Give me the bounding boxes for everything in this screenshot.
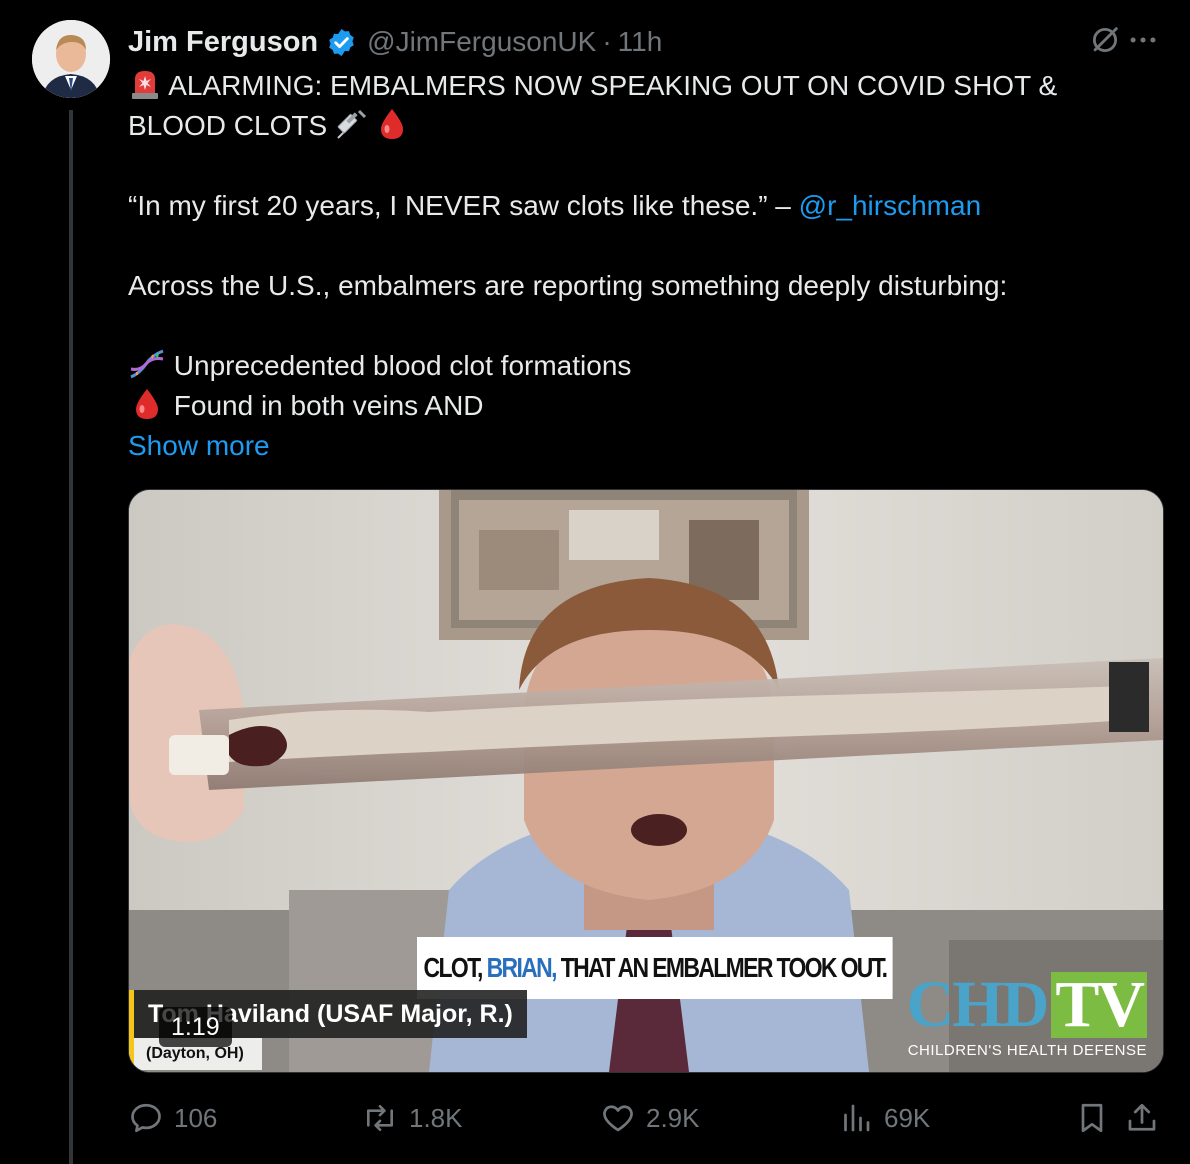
reply-count: 106 [174, 1102, 218, 1133]
chd-tv-logo: CHD TV CHILDREN'S HEALTH DEFENSE [897, 972, 1147, 1059]
heart-icon [603, 1105, 633, 1132]
share-icon [1128, 1103, 1156, 1131]
views-count: 69K [884, 1102, 931, 1133]
tweet-body: ALARMING: EMBALMERS NOW SPEAKING OUT ON … [128, 66, 1138, 466]
verified-badge-icon [326, 27, 357, 58]
reply-icon [131, 1103, 161, 1133]
caption-part-1: CLOT, [423, 952, 484, 983]
quote-line: “In my first 20 years, I NEVER saw clots… [128, 186, 1138, 226]
headline-line-1: ALARMING: EMBALMERS NOW SPEAKING OUT ON … [128, 66, 1138, 106]
views-button[interactable]: 69K [838, 1096, 930, 1140]
share-button[interactable] [1124, 1096, 1160, 1140]
separator-dot: · [602, 26, 612, 57]
reply-button[interactable]: 106 [128, 1096, 217, 1140]
caption-part-2: BRIAN, [486, 952, 558, 983]
grok-icon[interactable] [1088, 23, 1122, 62]
logo-tv-text: TV [1051, 972, 1147, 1038]
tweet-time[interactable]: 11h [618, 26, 663, 58]
drop-of-blood-icon [377, 107, 407, 152]
avatar[interactable] [32, 20, 110, 98]
repost-button[interactable]: 1.8K [361, 1096, 463, 1140]
views-icon [844, 1104, 870, 1132]
logo-sub-text: CHILDREN'S HEALTH DEFENSE [907, 1042, 1147, 1059]
quote-text: “In my first 20 years, I NEVER saw clots… [128, 190, 791, 221]
more-options-icon[interactable] [1126, 23, 1160, 62]
caption-part-3: THAT AN EMBALMER TOOK OUT. [560, 952, 888, 983]
like-button[interactable]: 2.9K [600, 1096, 700, 1140]
thread-line [69, 110, 73, 1164]
tweet: Jim Ferguson @JimFergusonUK · 11h ALARMI… [0, 0, 1190, 1164]
paragraph-text: Across the U.S., embalmers are reporting… [128, 270, 1008, 301]
headline-text-2: BLOOD CLOTS [128, 110, 328, 141]
headline-text-1: ALARMING: EMBALMERS NOW SPEAKING OUT ON … [168, 70, 1058, 101]
show-more-line: Show more [128, 426, 1138, 466]
syringe-icon [335, 107, 369, 152]
paragraph-line: Across the U.S., embalmers are reporting… [128, 266, 1138, 306]
bullet-text-2: Found in both veins AND [173, 390, 484, 421]
author-name[interactable]: Jim Ferguson [128, 26, 318, 59]
video-player[interactable]: CLOT, BRIAN, THAT AN EMBALMER TOOK OUT. … [128, 489, 1164, 1073]
headline-line-2: BLOOD CLOTS [128, 106, 1138, 146]
action-bar: 106 1.8K 2.9K 69K [128, 1096, 1162, 1140]
repost-count: 1.8K [409, 1102, 463, 1133]
tweet-header: Jim Ferguson @JimFergusonUK · 11h [128, 22, 662, 62]
bullet-text-1: Unprecedented blood clot formations [173, 350, 632, 381]
mention-link[interactable]: @r_hirschman [799, 190, 981, 221]
logo-main-text: CHD [906, 968, 1050, 1041]
bullet-line-2: Found in both veins AND [128, 386, 1138, 426]
show-more-link[interactable]: Show more [128, 430, 270, 461]
video-duration: 1:19 [159, 1007, 232, 1047]
bookmark-button[interactable] [1074, 1096, 1110, 1140]
like-count: 2.9K [646, 1102, 700, 1133]
bookmark-icon [1081, 1103, 1103, 1133]
top-right-controls [1088, 22, 1160, 62]
repost-icon [366, 1104, 394, 1132]
author-handle[interactable]: @JimFergusonUK [367, 26, 596, 58]
bullet-line-1: Unprecedented blood clot formations [128, 346, 1138, 386]
